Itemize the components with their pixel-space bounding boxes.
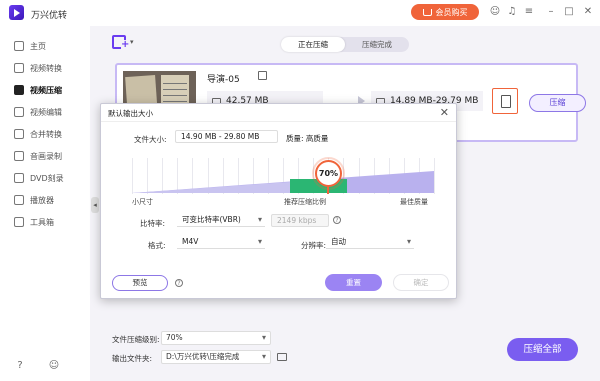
feedback-icon[interactable]: ☺	[48, 360, 60, 372]
output-folder-select[interactable]: D:\万兴优转\压缩完成	[161, 350, 271, 364]
tab-compressing[interactable]: 正在压缩	[281, 37, 345, 52]
sidebar-item-label: 播放器	[30, 195, 54, 205]
help-icon[interactable]: ?	[333, 216, 341, 224]
tab-bar: 正在压缩 压缩完成	[281, 37, 409, 52]
scissors-icon	[14, 107, 24, 117]
title-bar: 万兴优转 会员购买 ☺ ♫ ≡ – □ ✕	[0, 0, 600, 26]
bitrate-select[interactable]: 可变比特率(VBR)	[177, 214, 265, 227]
convert-icon	[14, 63, 24, 73]
minimize-icon[interactable]: –	[545, 6, 557, 18]
bitrate-kbps-field: 2149 kbps	[271, 214, 329, 227]
compress-all-button[interactable]: 压缩全部	[507, 338, 578, 361]
buy-label: 会员购买	[435, 7, 468, 17]
sidebar-item-label: 音画录制	[30, 151, 62, 161]
sidebar-item-label: 视频转换	[30, 63, 62, 73]
help-icon[interactable]: ?	[14, 360, 26, 372]
resolution-label: 分辨率:	[301, 241, 327, 250]
sidebar-item-dvd[interactable]: DVD刻录	[0, 168, 90, 188]
compress-button[interactable]: 压缩	[529, 94, 586, 112]
buy-membership-button[interactable]: 会员购买	[411, 4, 479, 20]
sidebar: 主页 视频转换 视频压缩 视频编辑 合并转换 音画录制 DVD刻录 播放器 工具…	[0, 26, 90, 381]
cart-icon	[422, 8, 432, 16]
output-folder-label: 输出文件夹:	[112, 354, 153, 363]
user-icon[interactable]: ☺	[489, 6, 501, 18]
sidebar-item-label: 工具箱	[30, 217, 54, 227]
menu-icon[interactable]: ≡	[523, 6, 535, 18]
sidebar-item-convert[interactable]: 视频转换	[0, 58, 90, 78]
format-select[interactable]: M4V	[177, 236, 265, 249]
file-name: 导演-05	[207, 75, 240, 85]
merge-icon	[14, 129, 24, 139]
chevron-down-icon[interactable]: ▾	[130, 38, 134, 46]
compress-icon	[14, 85, 24, 95]
output-size-dialog: 默认输出大小 ✕ 文件大小: 14.90 MB - 29.80 MB 质量: 高…	[100, 103, 457, 299]
sidebar-item-edit[interactable]: 视频编辑	[0, 102, 90, 122]
record-icon	[14, 151, 24, 161]
sidebar-item-merge[interactable]: 合并转换	[0, 124, 90, 144]
slider-percent: 70%	[318, 169, 339, 178]
reset-button[interactable]: 重置	[325, 274, 382, 291]
sidebar-item-label: 视频编辑	[30, 107, 62, 117]
help-icon[interactable]: ?	[175, 279, 183, 287]
confirm-button[interactable]: 确定	[393, 274, 449, 291]
sidebar-item-label: DVD刻录	[30, 173, 64, 183]
compress-settings-button[interactable]	[492, 88, 518, 114]
sidebar-item-toolbox[interactable]: 工具箱	[0, 212, 90, 232]
sidebar-item-home[interactable]: 主页	[0, 36, 90, 56]
sidebar-item-compress[interactable]: 视频压缩	[0, 80, 90, 100]
slider-knob-pointer	[327, 186, 329, 194]
compress-level-select[interactable]: 70%	[161, 331, 271, 345]
sidebar-item-player[interactable]: 播放器	[0, 190, 90, 210]
maximize-icon[interactable]: □	[563, 6, 575, 18]
slider-knob[interactable]: 70%	[315, 160, 342, 187]
slider-recommended-label: 推荐压缩比例	[284, 198, 326, 206]
sidebar-item-label: 主页	[30, 41, 46, 51]
home-icon	[14, 41, 24, 51]
resolution-select[interactable]: 自动	[326, 236, 414, 249]
preview-button[interactable]: 预览	[112, 275, 168, 291]
edit-icon[interactable]	[258, 71, 267, 80]
sidebar-item-record[interactable]: 音画录制	[0, 146, 90, 166]
app-title: 万兴优转	[31, 11, 68, 21]
compress-level-label: 文件压缩级别:	[112, 335, 160, 344]
open-folder-icon[interactable]	[277, 353, 287, 361]
bitrate-label: 比特率:	[140, 219, 166, 228]
close-icon[interactable]: ✕	[582, 6, 594, 18]
slider-max-label: 最佳质量	[400, 198, 428, 206]
tab-completed[interactable]: 压缩完成	[345, 37, 409, 52]
player-icon	[14, 195, 24, 205]
add-file-icon[interactable]	[112, 35, 130, 50]
sidebar-item-label: 合并转换	[30, 129, 62, 139]
toolbox-icon	[14, 217, 24, 227]
app-logo	[9, 5, 24, 20]
disc-icon	[14, 173, 24, 183]
slider-min-label: 小尺寸	[132, 198, 153, 206]
sidebar-item-label: 视频压缩	[30, 85, 62, 95]
format-label: 格式:	[148, 241, 166, 250]
headset-icon[interactable]: ♫	[506, 6, 518, 18]
